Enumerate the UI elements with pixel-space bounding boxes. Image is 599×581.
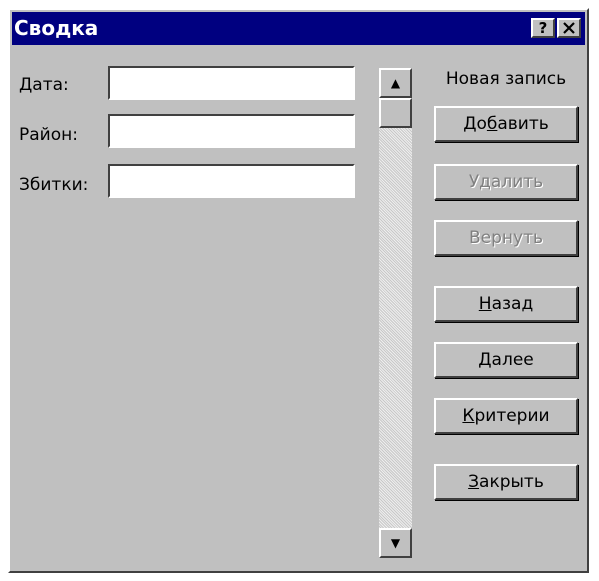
restore-button[interactable]: Вернуть	[434, 220, 578, 256]
criteria-button-label: ритерии	[474, 406, 550, 426]
scroll-down-button[interactable]: ▼	[379, 528, 412, 558]
criteria-button-mnemonic: К	[462, 406, 475, 426]
title-bar[interactable]: Сводка ?	[12, 12, 585, 45]
delete-button[interactable]: Удалить	[434, 164, 578, 200]
date-field[interactable]	[108, 66, 355, 100]
back-button[interactable]: Назад	[434, 286, 578, 322]
back-button-label: азад	[491, 294, 534, 314]
data-form-dialog: Сводка ? Дата: Район: Збитки: ▲ ▼ Новая …	[8, 8, 589, 573]
district-field[interactable]	[108, 114, 355, 148]
add-button-label-end: авить	[497, 114, 549, 134]
district-label: Район:	[19, 125, 78, 145]
record-status: Новая запись	[445, 69, 567, 89]
help-button[interactable]: ?	[531, 18, 555, 38]
add-button[interactable]: Добавить	[434, 106, 578, 142]
add-button-label-start: До	[463, 114, 487, 134]
back-button-mnemonic: Н	[478, 294, 492, 314]
losses-field[interactable]	[108, 164, 355, 198]
next-button[interactable]: Далее	[434, 342, 578, 378]
scroll-up-button[interactable]: ▲	[379, 68, 412, 98]
dialog-title: Сводка	[14, 16, 99, 40]
scroll-thumb[interactable]	[379, 98, 412, 128]
arrow-up-icon: ▲	[390, 76, 401, 90]
close-button-mnemonic: З	[468, 472, 480, 492]
close-button-label: акрыть	[479, 472, 544, 492]
close-x-button[interactable]	[557, 18, 581, 38]
losses-label: Збитки:	[19, 175, 89, 195]
date-label: Дата:	[19, 75, 69, 95]
criteria-button[interactable]: Критерии	[434, 398, 578, 434]
close-icon	[563, 22, 575, 34]
next-button-label: алее	[491, 350, 534, 370]
arrow-down-icon: ▼	[390, 536, 401, 550]
add-button-mnemonic: б	[486, 114, 498, 134]
next-button-mnemonic: Д	[478, 350, 492, 370]
record-scrollbar[interactable]: ▲ ▼	[379, 68, 412, 558]
close-button[interactable]: Закрыть	[434, 464, 578, 500]
